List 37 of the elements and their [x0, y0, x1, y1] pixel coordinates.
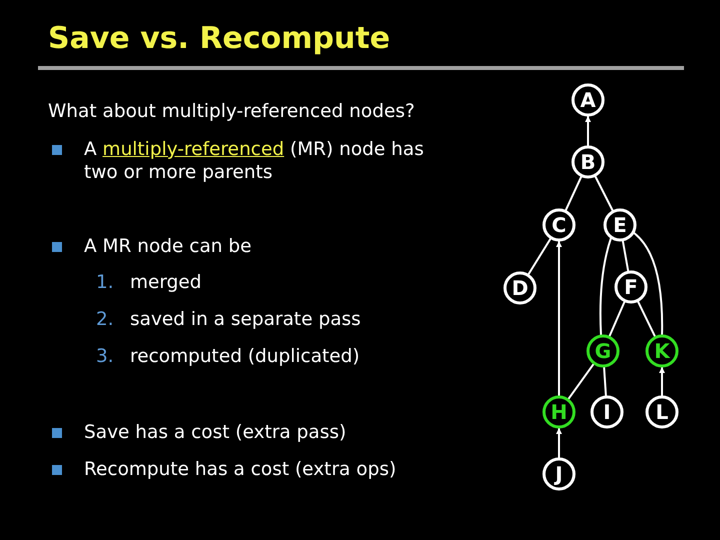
- graph-node: L: [646, 396, 678, 428]
- list-item-text: saved in a separate pass: [130, 308, 361, 332]
- graph-node: K: [646, 334, 678, 368]
- graph-node: C: [542, 208, 576, 242]
- edge-line: [528, 238, 552, 275]
- list-number: 3.: [96, 345, 115, 369]
- bullet-text: Save has a cost (extra pass): [84, 421, 346, 444]
- bullet-text: A MR node can be: [84, 235, 252, 258]
- list-item-text: recomputed (duplicated): [130, 345, 360, 369]
- bullet-icon: [52, 428, 62, 438]
- edge-line: [594, 176, 614, 212]
- edge-line: [622, 240, 630, 272]
- bullet-icon: [52, 145, 62, 155]
- graph-node: D: [504, 272, 536, 304]
- bullet-icon: [52, 465, 62, 475]
- bullet-text: Recompute has a cost (extra ops): [84, 458, 396, 481]
- slide-title: Save vs. Recompute: [47, 20, 392, 58]
- bullet-icon: [52, 242, 62, 252]
- graph-node: A: [572, 84, 604, 116]
- intro-text: What about multiply-referenced nodes?: [48, 100, 416, 124]
- bullet-text: A multiply-referenced (MR) node has two or more parents: [84, 138, 425, 184]
- arrow: [585, 116, 591, 146]
- edge-line: [568, 363, 594, 400]
- graph-node: I: [590, 396, 624, 428]
- list-number: 1.: [96, 271, 115, 295]
- list-item-text: merged: [130, 271, 202, 295]
- list-number: 2.: [96, 308, 115, 332]
- graph-node: G: [586, 334, 620, 368]
- graph-node: B: [572, 146, 604, 178]
- graph-node: H: [542, 396, 576, 428]
- arrow: [659, 367, 665, 396]
- edge-line: [564, 176, 582, 211]
- graph-node: F: [614, 270, 648, 304]
- arrow: [556, 428, 562, 458]
- graph-node: J: [542, 458, 576, 490]
- graph-node: E: [604, 208, 636, 242]
- edge-line: [603, 366, 607, 396]
